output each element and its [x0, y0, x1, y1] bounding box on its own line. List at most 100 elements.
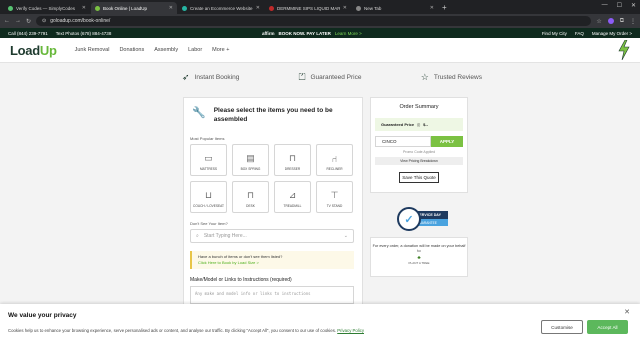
cookie-title: We value your privacy: [8, 312, 77, 319]
bookmark-star-icon[interactable]: ☆: [596, 18, 601, 25]
furniture-icon: ⊓: [246, 190, 255, 200]
benefit-label: Guaranteed Price: [310, 74, 362, 81]
tab-close-icon[interactable]: ✕: [343, 5, 347, 11]
item-tile-tv-stand[interactable]: ⊤ TV STAND: [316, 181, 353, 213]
close-window-icon[interactable]: ✕: [631, 2, 636, 9]
url-field[interactable]: ⊙ goloadup.com/book-online/: [36, 16, 592, 26]
item-label: BOX SPRING: [240, 167, 261, 171]
furniture-icon: ⊿: [288, 190, 297, 200]
tab-close-icon[interactable]: ✕: [169, 5, 173, 11]
tab-favicon-icon: [95, 5, 100, 11]
loadup-logo[interactable]: LoadUp: [10, 43, 57, 58]
item-tile-treadmill[interactable]: ⊿ TREADMILL: [274, 181, 311, 213]
new-tab-button[interactable]: +: [442, 2, 447, 14]
menu-kebab-icon[interactable]: ⋮: [630, 18, 636, 25]
promo-code-input[interactable]: CINCO: [375, 136, 431, 147]
popular-items-label: Most Popular Items: [190, 136, 225, 141]
star-icon: ☆: [420, 72, 429, 82]
chevron-down-icon[interactable]: ⌄: [344, 233, 348, 239]
make-model-textarea[interactable]: Any make and model info or links to inst…: [190, 286, 354, 304]
item-label: TREADMILL: [283, 204, 302, 208]
view-pricing-breakdown-button[interactable]: View Pricing Breakdown: [375, 157, 463, 165]
benefits-row: ➶ Instant Booking ⏍ Guaranteed Price ☆ Trus…: [182, 72, 482, 83]
tab-title: DERMMINE SIPS LIQUID MARB: [277, 5, 340, 11]
search-placeholder: Start Typing Here...: [203, 233, 247, 239]
extensions-puzzle-icon[interactable]: ⧉: [620, 18, 624, 25]
text-photos-link[interactable]: Text Photos (678) 884-4738: [56, 31, 112, 36]
item-tile-recliner[interactable]: ⑁ RECLINER: [316, 144, 353, 176]
tab-close-icon[interactable]: ✕: [82, 5, 86, 11]
item-tile-desk[interactable]: ⊓ DESK: [232, 181, 269, 213]
donation-text: For every order, a donation will be made…: [372, 244, 466, 253]
price-label: Guaranteed Price: [381, 122, 415, 127]
nav-item-assembly[interactable]: Assembly: [154, 47, 178, 53]
popular-items-grid: ▭ MATTRESS ▤ BOX SPRING ⊓ DRESSER ⑁ RECLINER ⊔ CO…: [184, 144, 362, 213]
guaranteed-price-row: Guaranteed Price ⓘ $--: [375, 118, 463, 131]
close-icon[interactable]: ✕: [624, 308, 630, 316]
tab-favicon-icon: [8, 5, 13, 11]
profile-extension-icon[interactable]: [607, 17, 614, 24]
cookie-text-wrap: Cookies help us to enhance your browsing…: [8, 328, 364, 333]
bulk-items-callout: Have a bunch of items or don't see them …: [190, 251, 354, 269]
item-label: RECLINER: [326, 167, 343, 171]
save-quote-button[interactable]: Save This Quote: [399, 172, 439, 183]
cookie-text: Cookies help us to enhance your browsing…: [8, 328, 337, 333]
reload-icon[interactable]: ↻: [26, 18, 31, 25]
privacy-policy-link[interactable]: Privacy Policy: [337, 328, 364, 333]
site-header: LoadUp Junk Removal Donations Assembly Labo…: [0, 38, 640, 63]
item-tile-dresser[interactable]: ⊓ DRESSER: [274, 144, 311, 176]
back-icon[interactable]: ←: [4, 18, 10, 24]
book-by-load-size-link[interactable]: Click Here to Book by Load Size >: [198, 260, 348, 266]
logo-part-up: Up: [39, 42, 57, 58]
item-label: TV STAND: [326, 204, 343, 208]
browser-tab-bar: Verify Codes — SimplyCodes ✕ Book Online |…: [0, 0, 640, 14]
tab-close-icon[interactable]: ✕: [430, 5, 434, 11]
address-bar-row: ← → ↻ ⊙ goloadup.com/book-online/ ☆ ⧉ ⋮: [0, 14, 640, 28]
affirm-promo-text: BOOK NOW. PAY LATER: [278, 30, 331, 36]
rocket-icon: ➶: [182, 72, 190, 82]
call-link[interactable]: Call (844) 239-7791: [8, 31, 48, 36]
minimize-icon[interactable]: —: [602, 2, 608, 9]
benefit-guaranteed-price: ⏍ Guaranteed Price: [299, 72, 362, 83]
browser-tab[interactable]: DERMMINE SIPS LIQUID MARB ✕: [265, 2, 351, 14]
item-label: MATTRESS: [199, 167, 218, 171]
top-info-bar: Call (844) 239-7791 Text Photos (678) 88…: [0, 28, 640, 38]
site-info-icon[interactable]: ⊙: [42, 18, 46, 24]
learn-more-link[interactable]: Learn More >: [335, 31, 362, 36]
item-tile-mattress[interactable]: ▭ MATTRESS: [190, 144, 227, 176]
info-icon[interactable]: ⓘ: [417, 123, 420, 127]
customise-button[interactable]: Customise: [541, 320, 583, 334]
item-tile-couch-loveseat[interactable]: ⊔ COUCH / LOVESEAT: [190, 181, 227, 213]
search-icon: ⌕: [196, 233, 199, 239]
checkmark-icon: ✓: [397, 207, 421, 231]
item-label: DRESSER: [284, 167, 301, 171]
nav-item-junk-removal[interactable]: Junk Removal: [75, 47, 110, 53]
browser-tab[interactable]: Create an Ecommerce Website ✕: [178, 2, 264, 14]
furniture-icon: ⊔: [204, 190, 213, 200]
apply-button[interactable]: APPLY: [431, 136, 463, 147]
browser-tab[interactable]: Verify Codes — SimplyCodes ✕: [4, 2, 90, 14]
tab-title: Book Online | LoadUp: [103, 5, 147, 11]
forward-icon[interactable]: →: [15, 18, 21, 24]
item-search-input[interactable]: ⌕ Start Typing Here... ⌄: [190, 229, 354, 243]
nav-item-donations[interactable]: Donations: [119, 47, 144, 53]
benefit-label: Instant Booking: [194, 74, 240, 81]
maximize-icon[interactable]: ☐: [617, 2, 622, 9]
manage-order-link[interactable]: Manage My Order >: [592, 31, 632, 36]
window-controls: — ☐ ✕: [602, 2, 636, 9]
item-tile-box-spring[interactable]: ▤ BOX SPRING: [232, 144, 269, 176]
browser-tab[interactable]: Book Online | LoadUp ✕: [91, 2, 177, 14]
tab-title: Verify Codes — SimplyCodes: [16, 5, 76, 11]
furniture-icon: ⊓: [288, 153, 297, 163]
browser-tab[interactable]: New Tab ✕: [352, 2, 438, 14]
accept-all-button[interactable]: Accept All: [587, 320, 628, 334]
tab-close-icon[interactable]: ✕: [256, 5, 260, 11]
tab-favicon-icon: [356, 5, 361, 11]
main-nav: Junk Removal Donations Assembly Labor More +: [75, 47, 230, 53]
benefit-instant-booking: ➶ Instant Booking: [182, 72, 239, 83]
find-city-link[interactable]: Find My City: [542, 31, 567, 36]
faq-link[interactable]: FAQ: [575, 31, 584, 36]
nav-item-labor[interactable]: Labor: [188, 47, 202, 53]
nav-item-more[interactable]: More +: [212, 47, 229, 53]
url-text: goloadup.com/book-online/: [50, 18, 111, 24]
